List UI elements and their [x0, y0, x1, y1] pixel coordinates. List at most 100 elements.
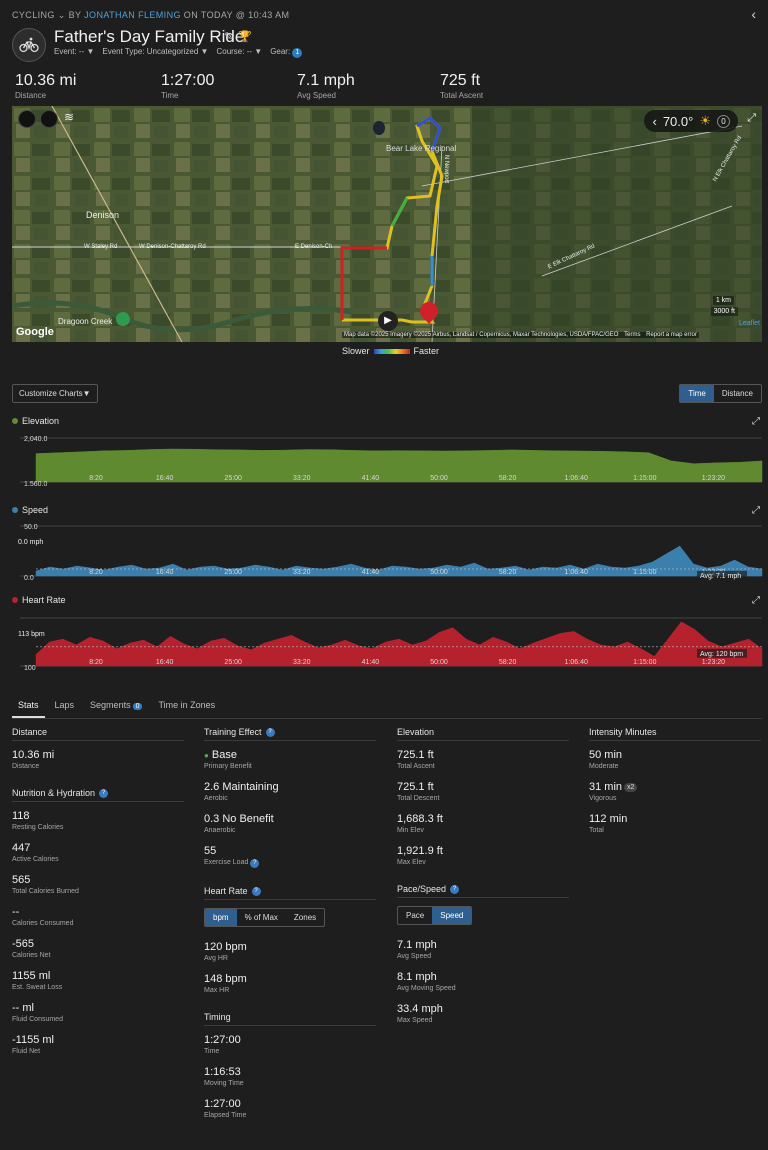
y-tick-label: 1,560.0	[24, 481, 47, 486]
pace-toggle[interactable]: Pace	[398, 907, 432, 924]
weather-widget[interactable]: ‹ 70.0° ☀ 0	[644, 110, 738, 132]
x-tick-label: 1:23:20	[702, 475, 725, 482]
tab-segments[interactable]: Segments 0	[84, 698, 148, 718]
bpm-toggle[interactable]: bpm	[205, 909, 237, 926]
segments-count-badge: 0	[132, 703, 143, 710]
event-dropdown[interactable]: Event: -- ▼	[54, 47, 94, 58]
pencil-icon[interactable]: ✎	[224, 30, 233, 43]
gear-link[interactable]: Gear: 1	[270, 47, 303, 58]
info-icon[interactable]: ?	[251, 886, 261, 896]
map-label: Bear Lake Regional	[386, 144, 457, 153]
x-tick-label: 8:20	[89, 659, 103, 666]
expand-icon[interactable]: ⤢	[752, 416, 760, 427]
page-title: Father's Day Family Ride	[54, 27, 245, 46]
map-label: Denison	[86, 210, 120, 220]
play-replay-button[interactable]: ▶	[378, 311, 398, 331]
expand-icon[interactable]: ⤢	[752, 505, 760, 516]
back-arrow-icon[interactable]: ‹	[751, 6, 756, 22]
stat-item: 725.1 ft Total Descent	[397, 781, 440, 802]
report-map-error-link[interactable]: Report a map error	[646, 332, 697, 338]
activity-type-link[interactable]: CYCLING	[12, 10, 55, 20]
x-tick-label: 16:40	[156, 569, 174, 576]
stat-item: 2.6 Maintaining Aerobic	[204, 781, 279, 802]
x-tick-label: 8:20	[89, 569, 103, 576]
fullscreen-icon[interactable]: ⤢	[747, 112, 756, 125]
x-tick-label: 25:00	[224, 475, 242, 482]
x-tick-label: 33:20	[293, 475, 311, 482]
stat-time: 1:27:00 Time	[161, 72, 215, 100]
stat-item: 120 bpm Avg HR	[204, 941, 247, 962]
speed-toggle[interactable]: Speed	[432, 907, 472, 924]
map-label: W Denison-Chattaroy Rd	[139, 244, 206, 250]
stat-item: 0.3 No Benefit Anaerobic	[204, 813, 274, 834]
multiplier-badge: x2	[624, 782, 638, 792]
info-icon[interactable]: ?	[265, 727, 275, 737]
legend-slower: Slower	[342, 346, 370, 356]
speed-dot-icon	[12, 507, 18, 513]
stats-column-4: Intensity Minutes 50 min Moderate 31 min x…	[589, 727, 761, 845]
layers-icon[interactable]: ≋	[64, 110, 74, 124]
weather-count: 0	[717, 114, 730, 128]
chevron-left-icon[interactable]: ‹	[652, 114, 656, 129]
map-attribution: Map data ©2025 Imagery ©2025 Airbus, Lan…	[342, 332, 699, 338]
map-zoom-in-button[interactable]	[18, 110, 36, 128]
info-icon[interactable]: ?	[250, 859, 260, 868]
x-tick-label: 41:40	[362, 659, 380, 666]
stat-total-ascent: 725 ft Total Ascent	[440, 72, 484, 100]
tab-laps[interactable]: Laps	[49, 698, 81, 718]
stat-item: 1,688.3 ft Min Elev	[397, 813, 443, 834]
expand-icon[interactable]: ⤢	[752, 595, 760, 606]
trophy-icon[interactable]: 🏆	[238, 30, 252, 43]
speed-chart-title: Speed	[12, 505, 48, 515]
stat-item: 1,921.9 ft Max Elev	[397, 845, 443, 866]
stat-item: 50 min Moderate	[589, 749, 623, 770]
x-tick-label: 1:06:40	[565, 569, 588, 576]
tab-time-in-zones[interactable]: Time in Zones	[152, 698, 221, 718]
distance-toggle[interactable]: Distance	[714, 385, 761, 402]
stats-tabs: Stats Laps Segments 0 Time in Zones	[12, 698, 762, 719]
info-icon[interactable]: ?	[450, 884, 460, 894]
elevation-chart[interactable]: 8:20 16:40 25:00 33:20 41:40 50:00 58:20 1:06:4…	[0, 430, 768, 486]
heart-rate-chart[interactable]: 8:20 16:40 25:00 33:20 41:40 50:00 58:20 1:06:4…	[0, 610, 768, 670]
time-toggle[interactable]: Time	[680, 385, 714, 402]
x-tick-label: 1:06:40	[565, 475, 588, 482]
x-tick-label: 33:20	[293, 569, 311, 576]
stats-column-1: Distance 10.36 mi Distance Nutrition & Hy…	[12, 727, 184, 1066]
temperature-value: 70.0°	[662, 113, 694, 129]
x-tick-label: 8:20	[89, 475, 103, 482]
x-tick-label: 50:00	[430, 569, 448, 576]
info-icon[interactable]: ?	[99, 788, 109, 798]
zones-toggle[interactable]: Zones	[286, 909, 324, 926]
chevron-down-icon[interactable]: ⌄	[58, 10, 66, 20]
x-tick-label: 41:40	[362, 569, 380, 576]
stat-item: -1155 ml Fluid Net	[12, 1034, 54, 1055]
leaflet-link[interactable]: Leaflet	[739, 320, 760, 327]
route-map[interactable]: ≋ ‹ 70.0° ☀ 0 ⤢ Bear Lake Regional Denis…	[12, 106, 762, 342]
event-type-dropdown[interactable]: Event Type: Uncategorized ▼	[102, 47, 208, 58]
stat-item: 112 min Total	[589, 813, 628, 834]
terms-link[interactable]: Terms	[624, 332, 640, 338]
stat-avg-speed: 7.1 mph Avg Speed	[297, 72, 355, 100]
course-dropdown[interactable]: Course: -- ▼	[216, 47, 262, 58]
x-tick-label: 1:15:00	[633, 475, 656, 482]
section-pace-speed: Pace/Speed?	[397, 884, 569, 898]
tab-stats[interactable]: Stats	[12, 698, 45, 718]
breadcrumb: CYCLING ⌄ BY JONATHAN FLEMING ON TODAY @…	[12, 10, 289, 21]
map-zoom-out-button[interactable]	[40, 110, 58, 128]
avg-label: Avg: 120 bpm	[700, 651, 743, 658]
park-marker-icon[interactable]	[116, 312, 130, 326]
stats-column-2: Training Effect? ● Base Primary Benefit 2…	[204, 727, 376, 1130]
stat-item: -- ml Fluid Consumed	[12, 1002, 63, 1023]
stat-item: 1:27:00 Time	[204, 1034, 241, 1055]
section-distance: Distance	[12, 727, 184, 741]
customize-charts-button[interactable]: Customize Charts▼	[12, 384, 98, 403]
stat-item: 1:27:00 Elapsed Time	[204, 1098, 247, 1119]
percent-max-toggle[interactable]: % of Max	[237, 909, 286, 926]
author-link[interactable]: JONATHAN FLEMING	[84, 10, 181, 20]
y-tick-label: 100	[24, 665, 36, 670]
stat-item: 33.4 mph Max Speed	[397, 1003, 443, 1024]
elevation-dot-icon	[12, 418, 18, 424]
scale-ft: 3000 ft	[710, 307, 738, 316]
speed-chart[interactable]: 8:20 16:40 25:00 33:20 41:40 50:00 58:20 1:06:4…	[0, 518, 768, 584]
stat-item: -565 Calories Net	[12, 938, 51, 959]
